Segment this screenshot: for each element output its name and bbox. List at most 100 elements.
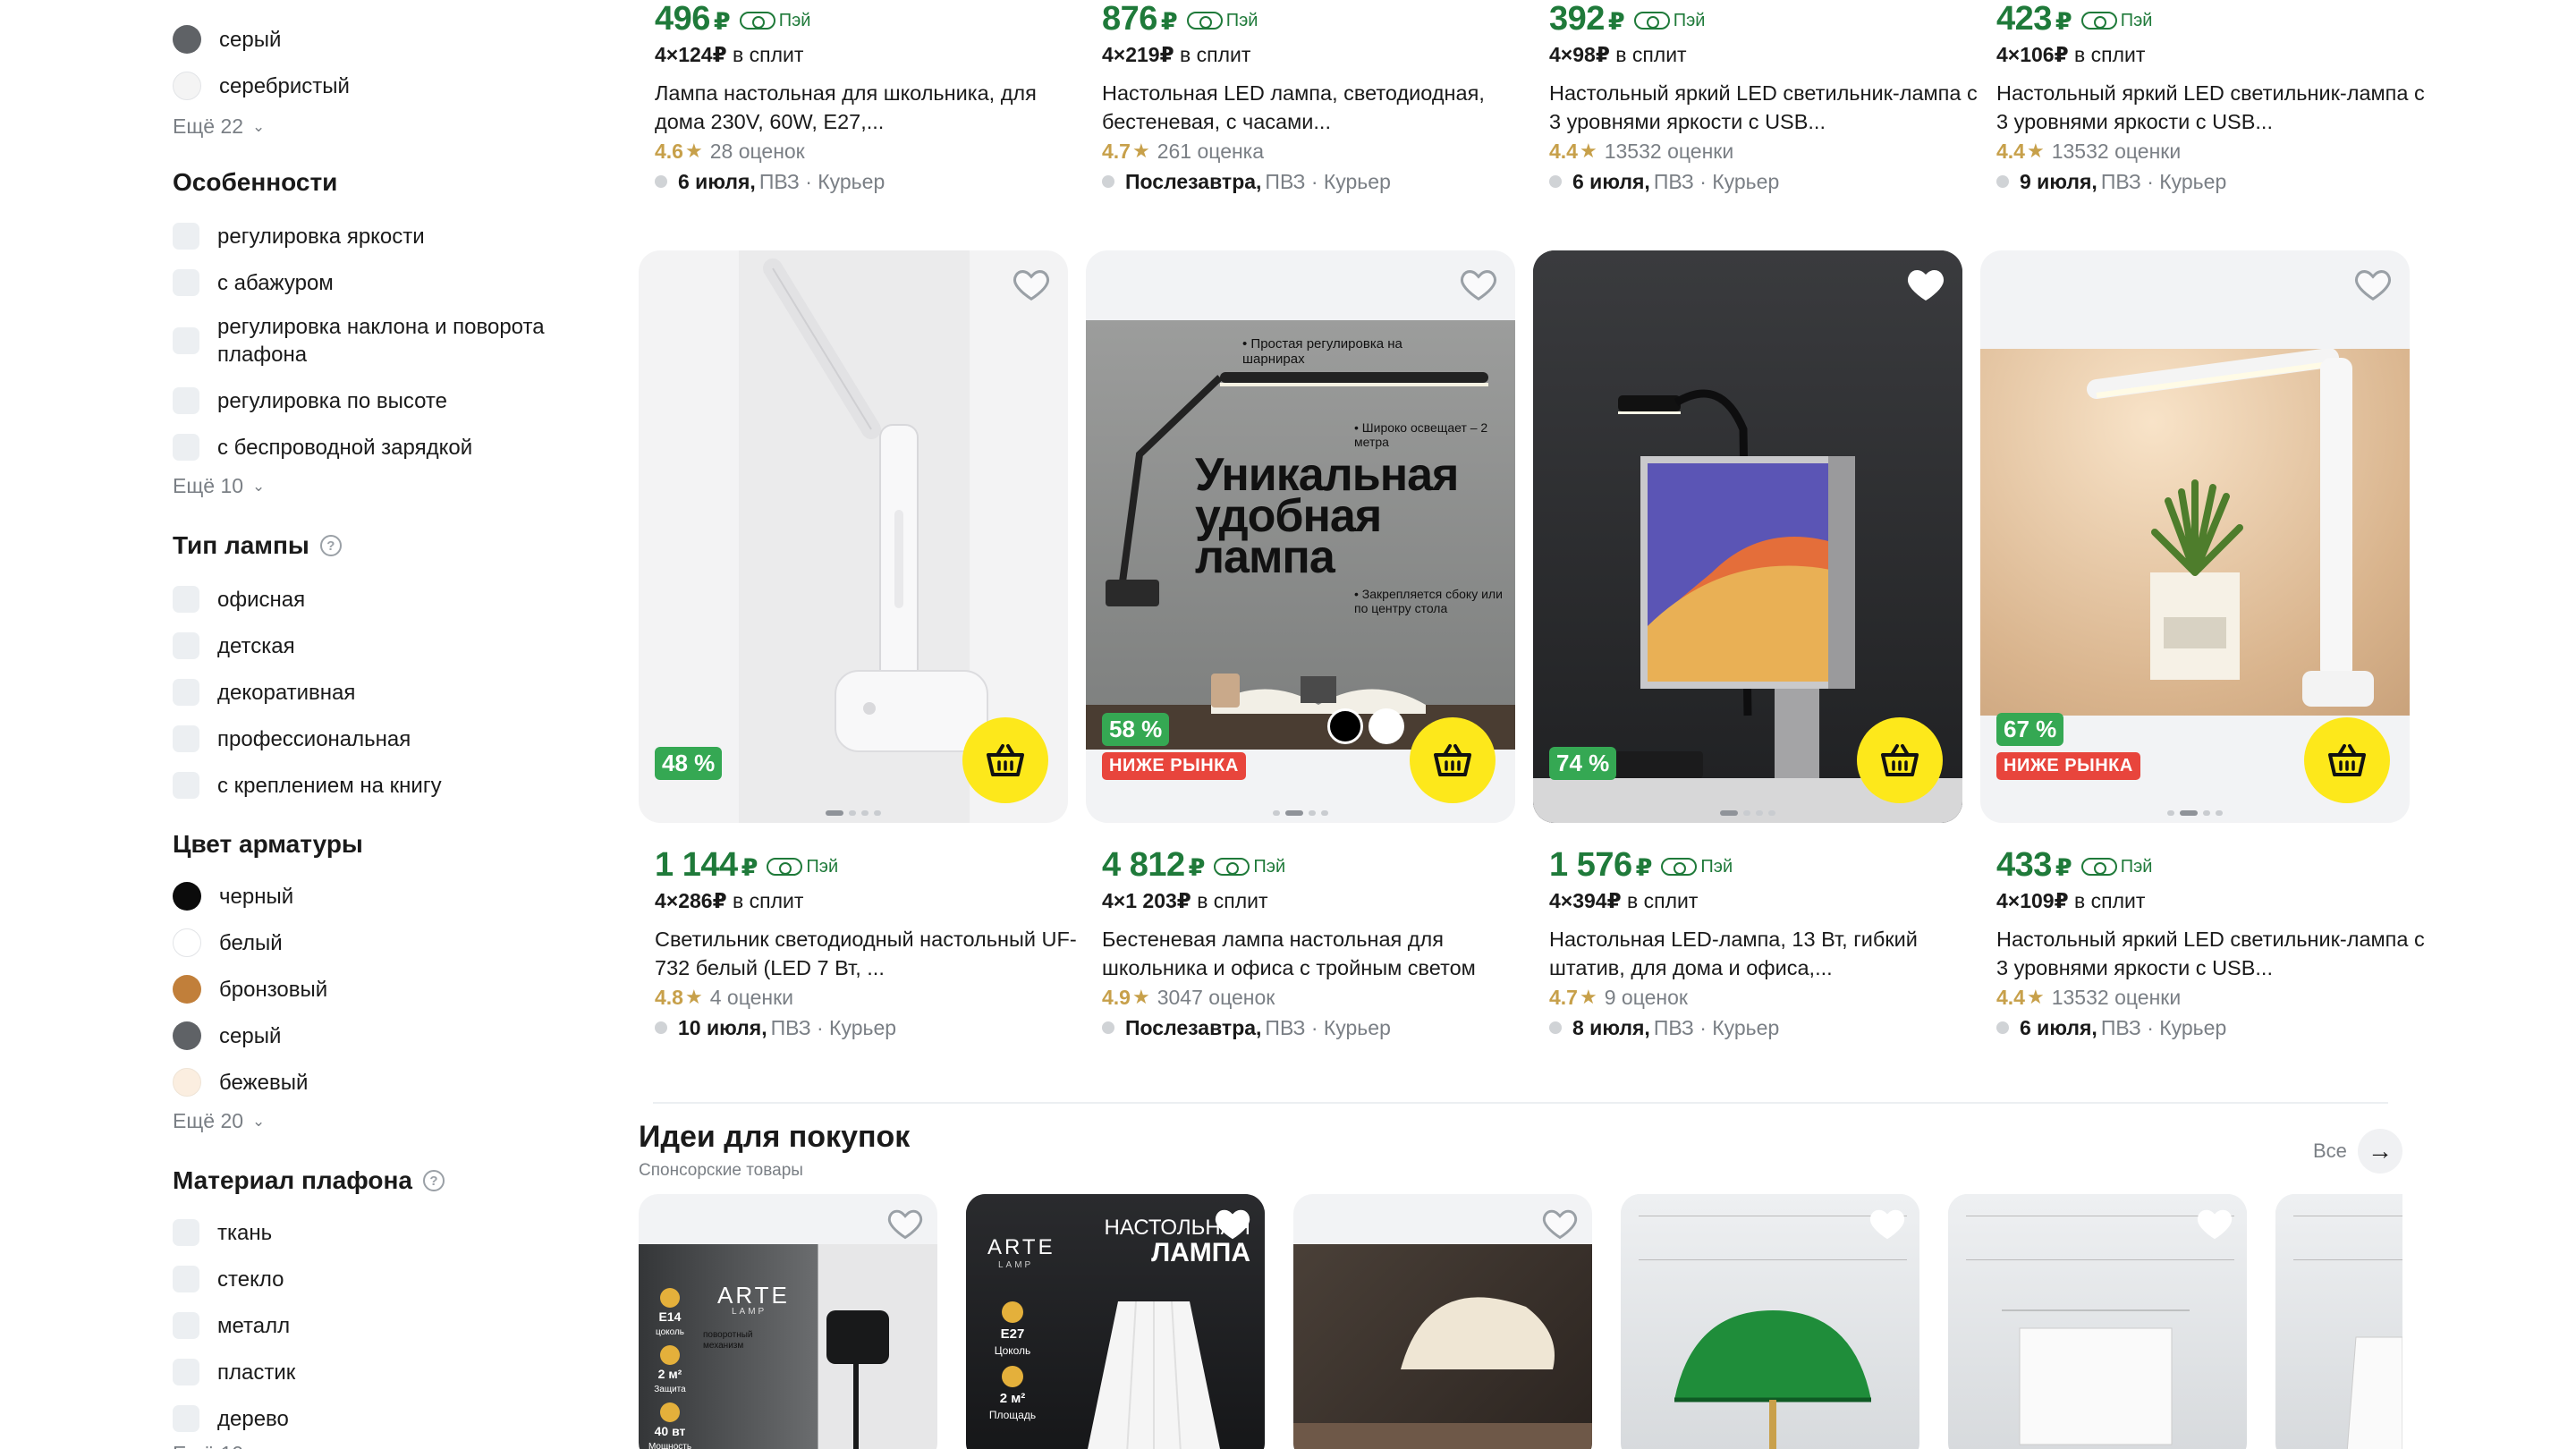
currency: ₽ (741, 854, 758, 881)
more-materials-link[interactable]: Ещё 10 (173, 1442, 243, 1449)
filter-type-book-clip[interactable]: с креплением на книгу (173, 767, 442, 803)
checkbox[interactable] (173, 632, 199, 659)
product-title[interactable]: Настольный яркий LED светильник-лампа с … (1996, 925, 2426, 982)
favorite-heart-icon[interactable] (1905, 263, 1946, 304)
checkbox[interactable] (173, 725, 199, 752)
product-card[interactable]: 4 812 ₽ Пэй 4×1 203₽ в сплит Бестеневая л… (1102, 846, 1531, 1043)
reviews-count[interactable]: 28 оценок (710, 140, 805, 164)
filter-feature-shade[interactable]: с абажуром (173, 265, 334, 301)
product-card[interactable]: 423 ₽ Пэй 4×106₽ в сплит Настольный яркий… (1996, 0, 2426, 197)
filter-color-grey[interactable]: серый (173, 21, 281, 57)
favorite-heart-icon[interactable] (1213, 1203, 1252, 1242)
product-card[interactable]: 1 576 ₽ Пэй 4×394₽ в сплит Настольная LED… (1549, 846, 1979, 1043)
filter-fitting-grey[interactable]: серый (173, 1018, 281, 1054)
product-title[interactable]: Настольная LED-лампа, 13 Вт, гибкий штат… (1549, 925, 1979, 982)
product-title[interactable]: Настольная LED лампа, светодиодная, бест… (1102, 79, 1531, 136)
product-card[interactable]: 1 144 ₽ Пэй 4×286₽ в сплит Светильник све… (655, 846, 1084, 1043)
filter-color-silver[interactable]: серебристый (173, 68, 350, 104)
checkbox[interactable] (173, 327, 199, 354)
checkbox[interactable] (173, 1359, 199, 1385)
delivery-dot-icon (655, 1021, 667, 1034)
reviews-count[interactable]: 4 оценки (710, 986, 793, 1010)
filter-type-kids[interactable]: детская (173, 628, 295, 664)
favorite-heart-icon[interactable] (886, 1203, 925, 1242)
pay-icon (767, 858, 803, 876)
sponsored-product-tile[interactable] (2275, 1194, 2402, 1449)
reviews-count[interactable]: 13532 оценки (2052, 140, 2181, 164)
more-colors-link[interactable]: Ещё 22 ⌄ (173, 114, 265, 139)
favorite-heart-icon[interactable] (1011, 263, 1052, 304)
product-image[interactable]: 74 % (1533, 250, 1962, 823)
filter-fitting-beige[interactable]: бежевый (173, 1064, 308, 1100)
sponsored-product-tile[interactable]: ARTE LAMP E14 цоколь 2 м² Защита 40 вт М… (639, 1194, 937, 1449)
help-icon[interactable]: ? (319, 535, 342, 556)
spec-value: 2 м² (999, 1391, 1026, 1406)
filter-feature-tilt[interactable]: регулировка наклона и поворота плафона (173, 309, 593, 372)
more-fitting-colors-link[interactable]: Ещё 20 ⌄ (173, 1109, 265, 1133)
checkbox[interactable] (173, 772, 199, 799)
split-suffix: в сплит (1615, 43, 1687, 66)
checkbox[interactable] (173, 223, 199, 250)
add-to-cart-button[interactable] (962, 717, 1048, 803)
product-title[interactable]: Настольный яркий LED светильник-лампа с … (1996, 79, 2426, 136)
arrow-right-icon[interactable]: → (2358, 1129, 2402, 1174)
sponsored-product-tile[interactable] (1621, 1194, 1919, 1449)
favorite-heart-icon[interactable] (1868, 1203, 1907, 1242)
product-title[interactable]: Настольный яркий LED светильник-лампа с … (1549, 79, 1979, 136)
filter-fitting-bronze[interactable]: бронзовый (173, 971, 327, 1007)
filter-type-professional[interactable]: профессиональная (173, 721, 411, 757)
filter-feature-wireless[interactable]: с беспроводной зарядкой (173, 429, 472, 465)
see-all-link[interactable]: Все (2313, 1140, 2347, 1163)
favorite-heart-icon[interactable] (1458, 263, 1499, 304)
favorite-heart-icon[interactable] (1540, 1203, 1580, 1242)
sponsored-product-tile[interactable] (1948, 1194, 2247, 1449)
sponsored-product-tile[interactable]: ARTE LAMP НАСТОЛЬНАЯ ЛАМПА E27 Цоколь 2 … (966, 1194, 1265, 1449)
filter-type-decorative[interactable]: декоративная (173, 674, 355, 710)
product-card[interactable]: 433 ₽ Пэй 4×109₽ в сплит Настольный яркий… (1996, 846, 2426, 1043)
checkbox[interactable] (173, 1219, 199, 1246)
add-to-cart-button[interactable] (2304, 717, 2390, 803)
product-card[interactable]: 496 ₽ Пэй 4×124₽ в сплит Лампа настольная… (655, 0, 1084, 197)
checkbox[interactable] (173, 269, 199, 296)
product-title[interactable]: Бестеневая лампа настольная для школьник… (1102, 925, 1531, 982)
help-icon[interactable]: ? (422, 1170, 445, 1191)
filter-fitting-white[interactable]: белый (173, 925, 283, 961)
favorite-heart-icon[interactable] (2352, 263, 2394, 304)
favorite-heart-icon[interactable] (2195, 1203, 2234, 1242)
product-image[interactable]: • Простая регулировка на шарнирах • Широ… (1086, 250, 1515, 823)
filter-feature-brightness[interactable]: регулировка яркости (173, 218, 425, 254)
product-image[interactable]: 67 % НИЖЕ РЫНКА (1980, 250, 2410, 823)
filter-fitting-black[interactable]: черный (173, 878, 293, 914)
checkbox[interactable] (173, 1405, 199, 1432)
reviews-count[interactable]: 13532 оценки (1605, 140, 1733, 164)
sponsored-product-tile[interactable] (1293, 1194, 1592, 1449)
reviews-count[interactable]: 3047 оценок (1157, 986, 1275, 1010)
filter-material-plastic[interactable]: пластик (173, 1354, 295, 1390)
reviews-count[interactable]: 9 оценок (1605, 986, 1688, 1010)
filter-material-fabric[interactable]: ткань (173, 1215, 272, 1250)
product-card[interactable]: 392 ₽ Пэй 4×98₽ в сплит Настольный яркий … (1549, 0, 1979, 197)
color-variants[interactable] (1327, 708, 1404, 744)
more-features-link[interactable]: Ещё 10 ⌄ (173, 474, 265, 498)
add-to-cart-button[interactable] (1410, 717, 1496, 803)
variant-black[interactable] (1327, 708, 1363, 744)
checkbox[interactable] (173, 1312, 199, 1339)
checkbox[interactable] (173, 1266, 199, 1292)
reviews-count[interactable]: 13532 оценки (2052, 986, 2181, 1010)
checkbox[interactable] (173, 586, 199, 613)
add-to-cart-button[interactable] (1857, 717, 1943, 803)
variant-white[interactable] (1368, 708, 1404, 744)
checkbox[interactable] (173, 679, 199, 706)
checkbox[interactable] (173, 387, 199, 414)
product-card[interactable]: 876 ₽ Пэй 4×219₽ в сплит Настольная LED л… (1102, 0, 1531, 197)
filter-type-office[interactable]: офисная (173, 581, 305, 617)
product-image[interactable]: 48 % (639, 250, 1068, 823)
filter-material-wood[interactable]: дерево (173, 1401, 289, 1436)
product-title[interactable]: Лампа настольная для школьника, для дома… (655, 79, 1084, 136)
filter-material-glass[interactable]: стекло (173, 1261, 284, 1297)
filter-material-metal[interactable]: металл (173, 1308, 290, 1343)
filter-feature-height[interactable]: регулировка по высоте (173, 383, 447, 419)
product-title[interactable]: Светильник светодиодный настольный UF-73… (655, 925, 1084, 982)
reviews-count[interactable]: 261 оценка (1157, 140, 1264, 164)
checkbox[interactable] (173, 434, 199, 461)
